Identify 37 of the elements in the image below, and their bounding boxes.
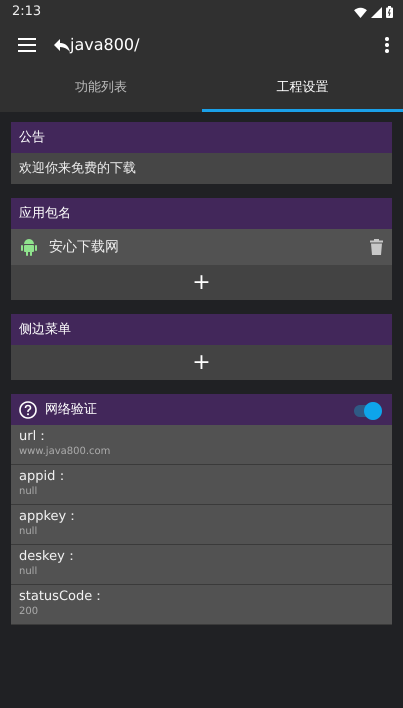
wifi-icon [354, 6, 367, 18]
field-row[interactable]: statusCode： 200 [11, 585, 392, 625]
field-row[interactable]: appkey： null [11, 505, 392, 545]
battery-icon [386, 6, 393, 18]
section-title: 公告 [19, 128, 46, 147]
list-item[interactable]: 安心下载网 [11, 229, 392, 265]
add-button[interactable]: + [11, 265, 392, 300]
help-icon[interactable] [19, 400, 37, 418]
field-value: null [19, 526, 38, 537]
notice-text: 欢迎你来免费的下载 [19, 160, 136, 178]
field-label: statusCode： [19, 589, 106, 604]
field-value: null [19, 566, 38, 577]
trash-icon[interactable] [370, 239, 383, 255]
tab[interactable]: 工程设置 [202, 66, 403, 112]
field-label: appid： [19, 469, 68, 484]
field-row[interactable]: deskey： null [11, 545, 392, 585]
menu-icon[interactable] [18, 38, 36, 52]
toggle-switch[interactable] [354, 402, 382, 418]
field-row[interactable]: url： www.java800.com [11, 425, 392, 465]
add-button[interactable]: + [11, 345, 392, 380]
field-value: 200 [19, 606, 38, 617]
field-value: null [19, 486, 38, 497]
section-title: 应用包名 [19, 204, 72, 223]
field-label: deskey： [19, 549, 78, 564]
more-options-icon[interactable] [385, 37, 389, 53]
field-row[interactable]: appid： null [11, 465, 392, 505]
signal-icon [371, 6, 382, 18]
section-title: 网络验证 [45, 400, 98, 419]
field-label: url： [19, 429, 50, 444]
tab[interactable]: 功能列表 [0, 66, 202, 112]
reply-arrow-icon[interactable] [54, 38, 70, 52]
android-icon [21, 238, 37, 256]
clock-time: 2:13 [12, 3, 42, 22]
field-label: appkey： [19, 509, 80, 524]
section-title: 侧边菜单 [19, 320, 72, 339]
field-value: www.java800.com [19, 446, 110, 457]
path-title: java800/ [70, 34, 140, 56]
